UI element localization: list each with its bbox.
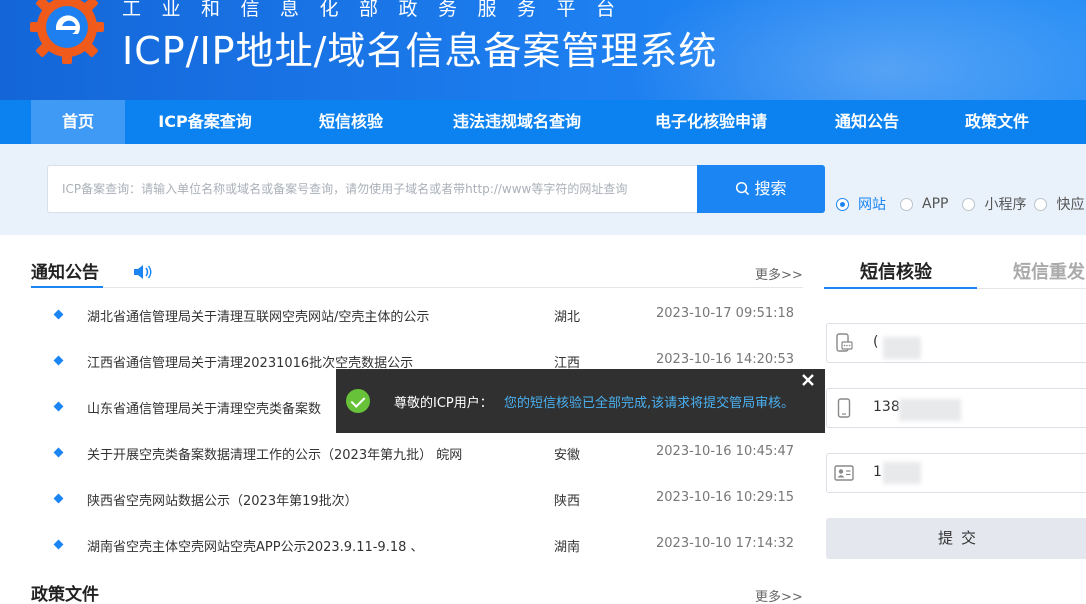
verify-code-value: ( xyxy=(873,334,879,350)
list-item[interactable]: 湖北省通信管理局关于清理互联网空壳网站/空壳主体的公示 湖北 2023-10-1… xyxy=(0,306,810,326)
nav-sms-verify[interactable]: 短信核验 xyxy=(306,100,396,144)
search-input[interactable]: ICP备案查询：请输入单位名称或域名或备案号查询，请勿使用子域名或者带http:… xyxy=(47,165,697,213)
search-icon xyxy=(736,181,750,196)
tab-sms-resend[interactable]: 短信重发 xyxy=(1013,258,1085,284)
list-item[interactable]: 湖南省空壳主体空壳网站空壳APP公示2023.9.11-9.18 、 湖南 20… xyxy=(0,536,810,556)
tab-sms-verify[interactable]: 短信核验 xyxy=(860,258,932,284)
notices-title-underline xyxy=(31,286,103,288)
notice-time: 2023-10-17 09:51:18 xyxy=(656,306,795,321)
notice-province: 安徽 xyxy=(554,448,581,463)
notices-more-link[interactable]: 更多>> xyxy=(755,264,803,283)
notice-province: 湖北 xyxy=(554,310,581,325)
bullet-icon xyxy=(53,447,64,458)
notice-title[interactable]: 湖南省空壳主体空壳网站空壳APP公示2023.9.11-9.18 、 xyxy=(87,536,424,555)
message-icon xyxy=(827,324,861,362)
bullet-icon xyxy=(53,493,64,504)
masked-value xyxy=(899,399,961,421)
success-toast: 尊敬的ICP用户： 您的短信核验已全部完成,该请求将提交管局审核。 xyxy=(336,369,825,433)
id-card-field[interactable]: 1 xyxy=(826,453,1086,493)
search-type-group: 网站 APP 小程序 快应 xyxy=(836,194,1086,214)
speaker-icon xyxy=(134,265,152,279)
notice-title[interactable]: 湖北省通信管理局关于清理互联网空壳网站/空壳主体的公示 xyxy=(87,306,429,325)
list-item[interactable]: 陕西省空壳网站数据公示（2023年第19批次） 陕西 2023-10-16 10… xyxy=(0,490,810,510)
phone-icon xyxy=(827,389,861,427)
policy-more-link[interactable]: 更多>> xyxy=(755,586,803,604)
radio-label: APP xyxy=(922,196,949,212)
miit-logo-icon[interactable] xyxy=(28,0,106,66)
notice-time: 2023-10-16 14:20:53 xyxy=(656,352,795,367)
nav-home[interactable]: 首页 xyxy=(31,100,125,144)
radio-website[interactable]: 网站 xyxy=(836,194,886,214)
verify-code-field[interactable]: ( xyxy=(826,323,1086,363)
phone-value: 138 xyxy=(873,399,900,415)
header-subtitle: 工业和信息化部政务服务平台 xyxy=(122,0,636,20)
radio-dot xyxy=(1034,197,1048,211)
check-circle-icon xyxy=(346,389,370,413)
id-card-value: 1 xyxy=(873,464,882,480)
radio-dot xyxy=(962,197,976,211)
radio-label: 网站 xyxy=(858,197,886,213)
notices-divider xyxy=(31,287,803,288)
nav-illegal-domain-query[interactable]: 违法违规域名查询 xyxy=(436,100,598,144)
main-nav: 首页 ICP备案查询 短信核验 违法违规域名查询 电子化核验申请 通知公告 政策… xyxy=(0,100,1086,144)
radio-dot xyxy=(836,197,849,211)
nav-notices[interactable]: 通知公告 xyxy=(822,100,912,144)
search-button[interactable]: 搜索 xyxy=(697,165,825,213)
masked-value xyxy=(883,337,921,359)
radio-label: 小程序 xyxy=(984,197,1027,213)
search-button-label: 搜索 xyxy=(754,179,787,198)
radio-dot xyxy=(900,197,913,211)
nav-e-verify-apply[interactable]: 电子化核验申请 xyxy=(638,100,784,144)
tab-active-underline xyxy=(824,287,977,289)
id-card-icon xyxy=(827,454,861,492)
submit-button[interactable]: 提交 xyxy=(826,518,1086,559)
radio-quickapp[interactable]: 快应 xyxy=(1034,194,1084,214)
radio-miniprogram[interactable]: 小程序 xyxy=(962,194,1026,214)
system-title: ICP/IP地址/域名信息备案管理系统 xyxy=(122,29,718,73)
nav-policy[interactable]: 政策文件 xyxy=(952,100,1042,144)
notice-province: 陕西 xyxy=(554,494,581,509)
notice-time: 2023-10-10 17:14:32 xyxy=(656,536,795,551)
notices-title: 通知公告 xyxy=(31,263,99,283)
header-banner: 工业和信息化部政务服务平台 ICP/IP地址/域名信息备案管理系统 xyxy=(0,0,1086,100)
bullet-icon xyxy=(53,539,64,550)
toast-label: 尊敬的ICP用户： xyxy=(394,396,493,411)
bullet-icon xyxy=(53,309,64,320)
policy-title: 政策文件 xyxy=(31,585,99,604)
notice-title[interactable]: 关于开展空壳类备案数据清理工作的公示（2023年第九批） 皖网 xyxy=(87,444,462,463)
nav-icp-query[interactable]: ICP备案查询 xyxy=(144,100,266,144)
search-area: ICP备案查询：请输入单位名称或域名或备案号查询，请勿使用子域名或者带http:… xyxy=(0,144,1086,235)
notice-time: 2023-10-16 10:29:15 xyxy=(656,490,795,505)
bullet-icon xyxy=(53,401,64,412)
bullet-icon xyxy=(53,355,64,366)
notice-province: 湖南 xyxy=(554,540,581,555)
radio-app[interactable]: APP xyxy=(900,196,948,212)
radio-label: 快应 xyxy=(1056,197,1085,213)
notice-time: 2023-10-16 10:45:47 xyxy=(656,444,795,459)
phone-field[interactable]: 138 xyxy=(826,388,1086,428)
list-item[interactable]: 关于开展空壳类备案数据清理工作的公示（2023年第九批） 皖网 安徽 2023-… xyxy=(0,444,810,464)
notice-title[interactable]: 山东省通信管理局关于清理空壳类备案数 xyxy=(87,398,321,417)
masked-value xyxy=(883,462,921,484)
toast-message: 您的短信核验已全部完成,该请求将提交管局审核。 xyxy=(504,396,795,411)
close-icon[interactable] xyxy=(799,371,817,389)
notice-title[interactable]: 陕西省空壳网站数据公示（2023年第19批次） xyxy=(87,490,358,509)
